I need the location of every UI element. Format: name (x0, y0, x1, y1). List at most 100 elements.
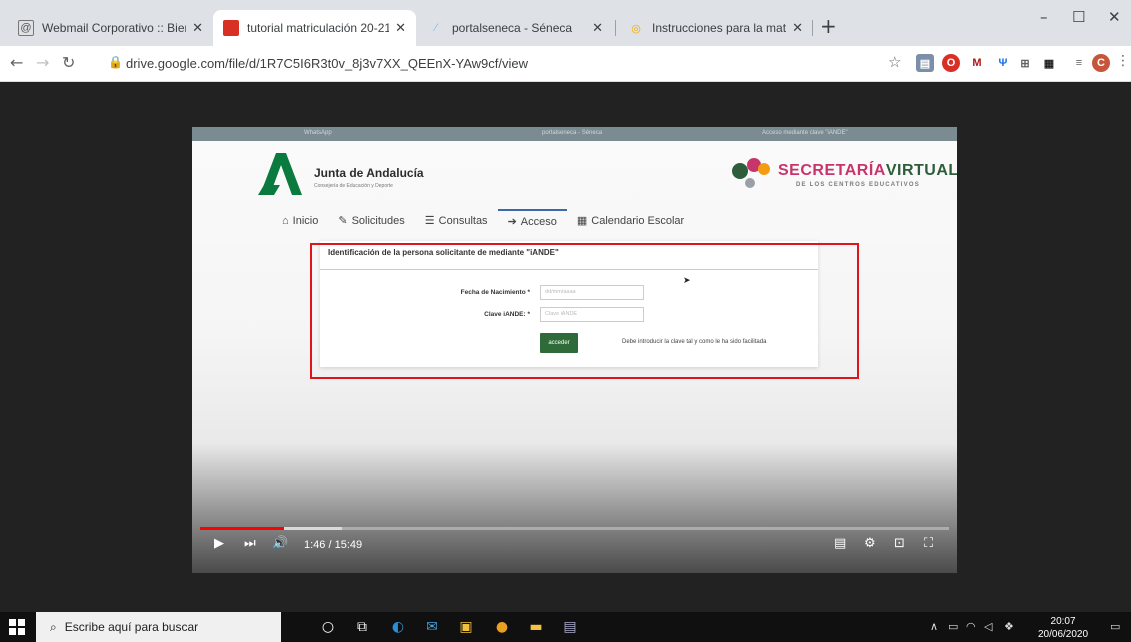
tab-webmail[interactable]: @ Webmail Corporativo :: Bienvenid ✕ (8, 10, 213, 46)
nav-label: Solicitudes (351, 214, 405, 227)
close-tab-icon[interactable]: ✕ (192, 21, 203, 36)
speaker-icon[interactable]: ◁ (984, 620, 992, 633)
secretaria-virtual-logo-icon (732, 158, 770, 188)
maximize-button[interactable]: ☐ (1072, 8, 1085, 26)
brand-title: Junta de Andalucía (314, 166, 424, 180)
title-part: VIRTUAL (885, 162, 957, 179)
taskbar-search-box[interactable]: ⌕ Escribe aquí para buscar (36, 612, 281, 642)
search-icon: ⌕ (50, 619, 57, 634)
video-frame-page: Junta de Andalucía Consejería de Educaci… (192, 141, 957, 573)
nav-label: Calendario Escolar (591, 214, 685, 227)
tab-separator (812, 20, 813, 36)
mail-icon[interactable]: ✉ (422, 617, 442, 637)
nav-item-acceso[interactable]: ➔ Acceso (497, 209, 567, 232)
fullscreen-icon[interactable]: ⛶ (924, 536, 933, 551)
cortana-icon[interactable]: ○ (318, 617, 338, 637)
tab-title: Instrucciones para la matriculació (652, 21, 787, 35)
tab-title: portalseneca - Séneca (452, 21, 573, 35)
kebab-menu-icon[interactable]: ⋮ (1116, 53, 1130, 69)
minimize-button[interactable]: – (1040, 8, 1048, 26)
file-explorer-icon[interactable]: ▬ (526, 617, 546, 637)
volume-icon[interactable]: 🔊 (272, 536, 288, 551)
player-controls: ▶ ⏭ 🔊 1:46 / 15:49 ▤ ⚙ ⊡ ⛶ (192, 532, 957, 560)
clock-time: 20:07 (1050, 616, 1076, 627)
notifications-icon[interactable]: ▭ (1110, 620, 1120, 633)
back-arrow-icon[interactable]: ← (10, 53, 23, 72)
task-view-icon[interactable]: ⧉ (352, 617, 372, 637)
address-bar[interactable]: drive.google.com/file/d/1R7C5I6R3t0v_8j3… (126, 56, 528, 71)
video-player[interactable]: WhatsApp portalseneca - Séneca Acceso me… (192, 127, 957, 573)
time-display: 1:46 / 15:49 (304, 539, 363, 551)
nav-item-calendario[interactable]: ▦ Calendario Escolar (567, 209, 694, 232)
windows-start-icon[interactable] (9, 619, 25, 635)
tab-title: Webmail Corporativo :: Bienvenid (42, 21, 186, 35)
progress-played[interactable] (200, 527, 284, 530)
title-part: SECRETARÍA (778, 162, 886, 179)
lock-icon[interactable]: 🔒 (108, 55, 123, 69)
mouse-cursor-icon: ➤ (683, 275, 691, 285)
system-clock[interactable]: 20:07 20/06/2020 (1038, 615, 1088, 641)
apps-grid-icon[interactable]: ⊞ (1016, 54, 1034, 72)
tab-tutorial[interactable]: tutorial matriculación 20-21 - Go ✕ (213, 10, 416, 46)
extension-icon[interactable]: M (968, 54, 986, 72)
brand-subtitle: Consejería de Educación y Deporte (314, 183, 393, 189)
close-tab-icon[interactable]: ✕ (395, 21, 406, 36)
tab-instrucciones[interactable]: ◎ Instrucciones para la matriculació ✕ (618, 10, 813, 46)
play-icon[interactable]: ▶ (214, 536, 224, 551)
browser-window: @ Webmail Corporativo :: Bienvenid ✕ tut… (0, 0, 1131, 82)
tray-chevron-icon[interactable]: ∧ (930, 620, 938, 633)
word-icon[interactable]: ▤ (560, 617, 580, 637)
nav-label: Acceso (520, 215, 557, 228)
inner-tab: Acceso mediante clave "iANDE" (762, 130, 848, 136)
nav-item-consultas[interactable]: ☰ Consultas (415, 209, 498, 232)
clock-date: 20/06/2020 (1038, 629, 1089, 640)
nav-item-solicitudes[interactable]: ✎ Solicitudes (328, 209, 414, 232)
extension-icon[interactable]: Ψ (994, 54, 1012, 72)
dropbox-icon[interactable]: ❖ (1004, 620, 1014, 633)
tab-seneca[interactable]: ⁄ portalseneca - Séneca ✕ (418, 10, 613, 46)
store-icon[interactable]: ▣ (456, 617, 476, 637)
windows-taskbar: ⌕ Escribe aquí para buscar ○ ⧉ ◐ ✉ ▣ ● ▬… (0, 612, 1131, 642)
junta-logo-icon (258, 153, 302, 195)
reload-icon[interactable]: ↻ (62, 53, 75, 72)
inner-tab: portalseneca - Séneca (542, 130, 603, 136)
tab-bar: @ Webmail Corporativo :: Bienvenid ✕ tut… (0, 0, 1131, 46)
close-window-button[interactable]: ✕ (1108, 8, 1121, 26)
chrome-icon[interactable]: ● (492, 617, 512, 637)
nav-label: Inicio (292, 214, 319, 227)
pencil-icon: ✎ (338, 215, 348, 227)
wifi-icon[interactable]: ◠ (966, 620, 976, 633)
tab-separator (615, 20, 616, 36)
video-file-icon (223, 20, 239, 36)
forward-arrow-icon[interactable]: → (36, 53, 49, 72)
opera-extension-icon[interactable]: O (942, 54, 960, 72)
reading-list-icon[interactable]: ≡ (1070, 54, 1088, 72)
nav-label: Consultas (438, 214, 488, 227)
seneca-icon: ⁄ (435, 22, 437, 34)
search-placeholder: Escribe aquí para buscar (64, 620, 199, 634)
secretaria-virtual-title: SECRETARÍAVIRTUAL (778, 162, 957, 180)
next-icon[interactable]: ⏭ (244, 536, 256, 551)
profile-avatar[interactable]: C (1092, 54, 1110, 72)
extension-icon[interactable]: ▤ (916, 54, 934, 72)
close-tab-icon[interactable]: ✕ (592, 21, 603, 36)
close-tab-icon[interactable]: ✕ (792, 21, 803, 36)
drive-video-viewer: WhatsApp portalseneca - Séneca Acceso me… (0, 82, 1131, 612)
target-icon: ◎ (631, 22, 641, 35)
edge-icon[interactable]: ◐ (388, 617, 408, 637)
new-tab-button[interactable]: + (820, 14, 837, 38)
tab-title: tutorial matriculación 20-21 - Go (247, 21, 390, 35)
miniplayer-icon[interactable]: ⊡ (894, 536, 905, 551)
inner-tab: WhatsApp (304, 130, 332, 136)
red-highlight-box (310, 243, 859, 379)
login-icon: ➔ (507, 216, 517, 228)
bookmark-star-icon[interactable]: ☆ (888, 53, 901, 71)
extension-icon[interactable]: ▦ (1040, 54, 1058, 72)
subtitles-icon[interactable]: ▤ (834, 536, 846, 551)
nav-item-inicio[interactable]: ⌂ Inicio (272, 209, 328, 232)
video-inner-tabbar: WhatsApp portalseneca - Séneca Acceso me… (192, 127, 957, 141)
settings-gear-icon[interactable]: ⚙ (864, 536, 876, 551)
battery-icon[interactable]: ▭ (948, 620, 958, 633)
home-icon: ⌂ (282, 214, 289, 227)
secretaria-virtual-subtitle: DE LOS CENTROS EDUCATIVOS (796, 182, 920, 188)
